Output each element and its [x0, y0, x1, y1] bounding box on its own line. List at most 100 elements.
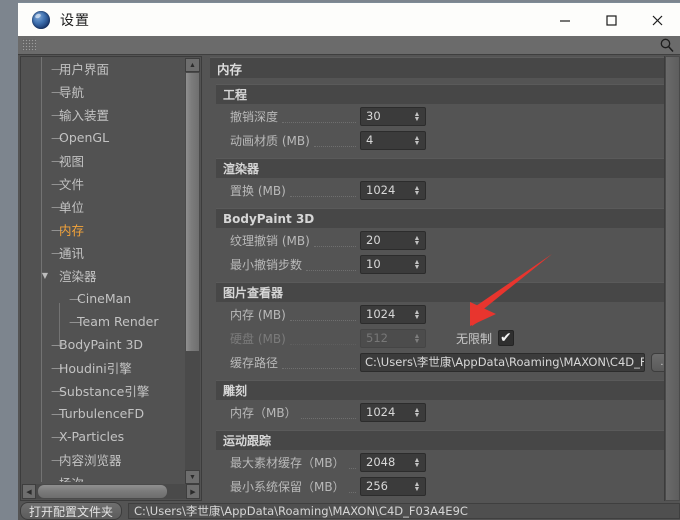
number-input-value: 2048 — [366, 455, 396, 469]
tree-branch-dash: — — [69, 314, 81, 329]
tree-branch-dash: — — [51, 153, 63, 168]
sidebar-item-9[interactable]: ▼ 渲染器 — [21, 264, 185, 287]
spinner-arrows-icon[interactable]: ▲ ▼ — [413, 134, 421, 149]
spinner-arrows-icon[interactable]: ▲ ▼ — [413, 308, 421, 323]
open-config-folder-button[interactable]: 打开配置文件夹 — [20, 502, 123, 520]
sidebar-item-label: Team Render — [77, 314, 159, 329]
sidebar-item-0[interactable]: — 用户界面 — [21, 57, 185, 80]
setting-label-cell: 置换 (MB) — [230, 182, 360, 199]
number-input[interactable]: 2048 ▲ ▼ — [360, 452, 426, 472]
number-input[interactable]: 1024 ▲ ▼ — [360, 304, 426, 324]
sidebar-item-17[interactable]: — 内容浏览器 — [21, 448, 185, 471]
sidebar-item-8[interactable]: — 通讯 — [21, 241, 185, 264]
chevron-down-icon[interactable]: ▼ — [39, 271, 51, 280]
number-input[interactable]: 30 ▲ ▼ — [360, 106, 426, 126]
setting-label: 最大素材缓存（MB） — [230, 455, 345, 470]
tree-vertical-scrollbar[interactable]: ▲ ▼ — [185, 58, 200, 484]
tree-branch-dash: — — [51, 360, 63, 375]
sidebar-item-13[interactable]: — Houdini引擎 — [21, 356, 185, 379]
number-input[interactable]: 1024 ▲ ▼ — [360, 180, 426, 200]
scroll-up-icon[interactable]: ▲ — [185, 58, 200, 72]
app-body: — 用户界面 — 导航 — 输入装置 — OpenGL — 视图 — 文件 — 单位 — 内存 — 通讯 ▼ 渲染器 —… — [18, 36, 680, 520]
dotted-leader — [289, 343, 356, 345]
spinner-arrows-icon[interactable]: ▲ ▼ — [413, 480, 421, 495]
settings-groups: 工程 撤销深度 30 ▲ ▼ 动画材质 (MB) 4 ▲ ▼ 渲染器 置换 (MB) 1024 ▲ ▼ Bo… — [206, 84, 676, 498]
content-vertical-scrollbar[interactable] — [664, 56, 680, 501]
dotted-leader — [300, 417, 356, 419]
sidebar-item-11[interactable]: — Team Render — [21, 310, 185, 333]
number-input[interactable]: 20 ▲ ▼ — [360, 230, 426, 250]
sidebar-item-2[interactable]: — 输入装置 — [21, 103, 185, 126]
sidebar-item-3[interactable]: — OpenGL — [21, 126, 185, 149]
sidebar-item-1[interactable]: — 导航 — [21, 80, 185, 103]
window-titlebar: 设置 — [18, 2, 680, 36]
spinner-arrows-icon[interactable]: ▲ ▼ — [413, 258, 421, 273]
tree-scroll-thumb[interactable] — [185, 72, 200, 352]
number-input[interactable]: 4 ▲ ▼ — [360, 130, 426, 150]
number-input[interactable]: 10 ▲ ▼ — [360, 254, 426, 274]
setting-label: 纹理撤销 (MB) — [230, 233, 310, 248]
setting-row: 内存（MB） 1024 ▲ ▼ — [216, 400, 672, 424]
setting-row: 最小撤销步数 10 ▲ ▼ — [216, 252, 672, 276]
window-title: 设置 — [60, 12, 90, 29]
setting-row: 最大素材缓存（MB） 2048 ▲ ▼ — [216, 450, 672, 474]
group-title: BodyPaint 3D — [216, 208, 672, 228]
settings-group: 工程 撤销深度 30 ▲ ▼ 动画材质 (MB) 4 ▲ ▼ — [216, 84, 672, 152]
settings-category-tree[interactable]: — 用户界面 — 导航 — 输入装置 — OpenGL — 视图 — 文件 — 单位 — 内存 — 通讯 ▼ 渲染器 —… — [20, 56, 202, 501]
drag-grip-icon[interactable] — [22, 39, 36, 51]
scroll-down-icon[interactable]: ▼ — [185, 470, 200, 484]
sidebar-item-label: 文件 — [59, 177, 85, 192]
setting-label: 缓存路径 — [230, 355, 279, 370]
spinner-arrows-icon[interactable]: ▲ ▼ — [413, 110, 421, 125]
sidebar-item-6[interactable]: — 单位 — [21, 195, 185, 218]
cache-path-input[interactable]: C:\Users\李世康\AppData\Roaming\MAXON\C4D_F… — [360, 352, 645, 372]
setting-row: 内存 (MB) 1024 ▲ ▼ — [216, 302, 672, 326]
sidebar-item-5[interactable]: — 文件 — [21, 172, 185, 195]
sidebar-item-label: CineMan — [77, 291, 132, 306]
setting-label-cell: 内存 (MB) — [230, 306, 360, 323]
content-scroll-thumb[interactable] — [665, 56, 680, 501]
sidebar-item-7[interactable]: — 内存 — [21, 218, 185, 241]
settings-group: 雕刻 内存（MB） 1024 ▲ ▼ — [216, 380, 672, 424]
sidebar-item-18[interactable]: —场次 — [21, 471, 185, 483]
window-controls — [542, 3, 680, 37]
dotted-leader — [313, 145, 356, 147]
spinner-arrows-icon[interactable]: ▲ ▼ — [413, 234, 421, 249]
tree-branch-dash: — — [51, 406, 63, 421]
unlimited-checkbox[interactable]: ✔ — [498, 329, 515, 346]
spinner-arrows-icon[interactable]: ▲ ▼ — [413, 406, 421, 421]
number-input-value: 1024 — [366, 405, 396, 419]
sidebar-item-10[interactable]: — CineMan — [21, 287, 185, 310]
number-input[interactable]: 1024 ▲ ▼ — [360, 402, 426, 422]
sidebar-item-4[interactable]: — 视图 — [21, 149, 185, 172]
minimize-button[interactable] — [542, 3, 588, 37]
close-button[interactable] — [634, 3, 680, 37]
sidebar-item-label: Houdini引擎 — [59, 361, 132, 376]
maximize-button[interactable] — [588, 3, 634, 37]
tree-horizontal-scrollbar[interactable]: ◀ ▶ — [22, 484, 200, 499]
sidebar-item-14[interactable]: — Substance引擎 — [21, 379, 185, 402]
spinner-arrows-icon[interactable]: ▲ ▼ — [413, 184, 421, 199]
number-input-value: 1024 — [366, 307, 396, 321]
setting-label-cell: 最小系统保留（MB） — [230, 478, 360, 495]
sidebar-item-12[interactable]: — BodyPaint 3D — [21, 333, 185, 356]
tree-branch-dash: — — [51, 199, 63, 214]
setting-label: 硬盘 (MB) — [230, 331, 286, 346]
c4d-sphere-icon — [32, 10, 50, 29]
scroll-right-icon[interactable]: ▶ — [186, 484, 200, 499]
number-input[interactable]: 256 ▲ ▼ — [360, 476, 426, 496]
spinner-arrows-icon[interactable]: ▲ ▼ — [413, 456, 421, 471]
sidebar-item-label: 输入装置 — [59, 108, 110, 123]
tree-hscroll-thumb[interactable] — [37, 484, 168, 499]
scroll-left-icon[interactable]: ◀ — [22, 484, 36, 499]
sidebar-item-16[interactable]: — X-Particles — [21, 425, 185, 448]
setting-label-cell: 硬盘 (MB) — [230, 330, 360, 347]
number-input-value: 512 — [366, 331, 388, 345]
sidebar-item-label: BodyPaint 3D — [59, 337, 144, 352]
sidebar-item-label: 用户界面 — [59, 62, 110, 77]
unlimited-checkbox-group[interactable]: 无限制 ✔ — [456, 329, 515, 347]
sidebar-item-label: 场次 — [59, 473, 84, 482]
search-icon[interactable] — [659, 37, 675, 53]
sidebar-item-15[interactable]: — TurbulenceFD — [21, 402, 185, 425]
tree-branch-dash: — — [51, 245, 63, 260]
